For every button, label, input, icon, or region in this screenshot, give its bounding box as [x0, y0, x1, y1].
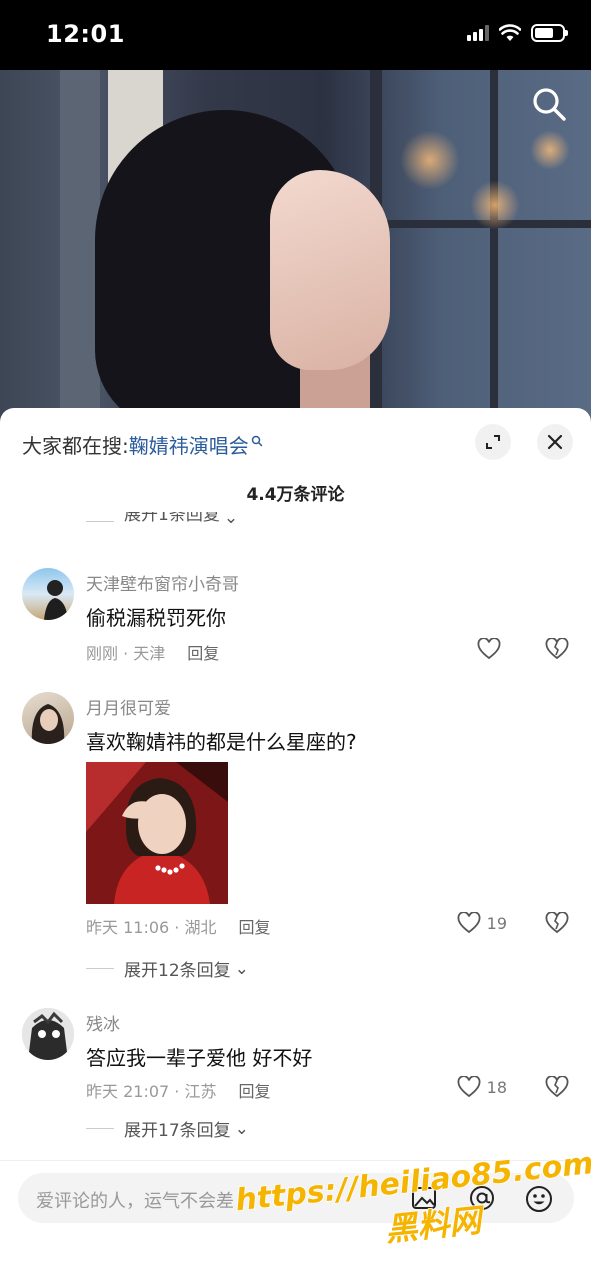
- wifi-icon: [499, 24, 521, 41]
- comment-image[interactable]: [86, 762, 228, 904]
- fullscreen-button[interactable]: [475, 424, 511, 460]
- at-icon[interactable]: [468, 1184, 496, 1212]
- expand-replies-label: 展开1条回复: [124, 512, 220, 525]
- chevron-down-icon: ⌄: [234, 1118, 249, 1139]
- close-icon: [547, 434, 563, 450]
- comments-sheet: 大家都在搜: 鞠婧祎演唱会 4.4万条评论 展开1条回复 ⌄ 天津壁布窗帘小奇哥…: [0, 408, 591, 1280]
- divider-line: [86, 521, 114, 522]
- broken-heart-icon[interactable]: [545, 638, 569, 660]
- avatar-image: [31, 704, 65, 744]
- trending-search-bar[interactable]: 大家都在搜: 鞠婧祎演唱会: [22, 430, 263, 459]
- reply-button[interactable]: 回复: [238, 1078, 270, 1102]
- expand-replies-label: 展开17条回复: [124, 1121, 231, 1141]
- divider-line: [86, 1128, 114, 1129]
- heart-icon: [457, 912, 481, 934]
- like-button[interactable]: 18: [457, 1076, 507, 1098]
- background-post: [60, 70, 100, 420]
- like-count: 18: [486, 1077, 507, 1097]
- emoji-icon[interactable]: [524, 1184, 554, 1214]
- search-icon[interactable]: [529, 84, 569, 124]
- comment-time-location: 刚刚 · 天津: [86, 644, 166, 663]
- trending-prefix: 大家都在搜:: [22, 434, 129, 458]
- chevron-down-icon: ⌄: [223, 512, 239, 528]
- comment-photo: [86, 762, 228, 904]
- comment-meta: 刚刚 · 天津 回复: [86, 640, 219, 664]
- video-subject-face: [270, 170, 390, 370]
- comment-time-location: 昨天 21:07 · 江苏: [86, 1082, 217, 1101]
- window-frame: [490, 70, 498, 420]
- small-search-icon: [251, 435, 262, 446]
- video-player[interactable]: [0, 70, 591, 420]
- close-button[interactable]: [537, 424, 573, 460]
- comment-time-location: 昨天 11:06 · 湖北: [86, 918, 217, 937]
- comment-text: 偷税漏税罚死你: [86, 606, 226, 630]
- status-time: 12:01: [46, 20, 125, 48]
- chevron-down-icon: ⌄: [234, 958, 249, 979]
- like-button[interactable]: 19: [457, 912, 507, 934]
- avatar-image: [22, 1008, 74, 1060]
- comment-input[interactable]: 爱评论的人，运气不会差: [18, 1173, 574, 1223]
- status-bar: 12:01: [0, 0, 591, 70]
- trending-link[interactable]: 鞠婧祎演唱会: [129, 430, 249, 459]
- comment-meta: 昨天 21:07 · 江苏 回复: [86, 1078, 270, 1102]
- status-icons: [467, 24, 568, 42]
- comment-text: 答应我一辈子爱他 好不好: [86, 1046, 313, 1070]
- broken-heart-icon[interactable]: [545, 1076, 569, 1098]
- reply-button[interactable]: 回复: [238, 914, 270, 938]
- expand-replies-button[interactable]: 展开1条回复 ⌄: [86, 512, 238, 528]
- expand-replies-label: 展开12条回复: [124, 961, 231, 981]
- comment-count: 4.4万条评论: [246, 485, 345, 505]
- divider-line: [86, 968, 114, 969]
- comment-text: 喜欢鞠婧祎的都是什么星座的?: [86, 730, 357, 754]
- bokeh-light: [530, 130, 570, 170]
- bokeh-light: [400, 130, 460, 190]
- comment-username[interactable]: 天津壁布窗帘小奇哥: [86, 570, 239, 595]
- heart-icon: [477, 638, 501, 660]
- comment-input-bar: 爱评论的人，运气不会差: [0, 1160, 591, 1280]
- avatar[interactable]: [22, 568, 74, 620]
- cellular-signal-icon: [467, 25, 489, 41]
- battery-icon: [531, 24, 568, 42]
- expand-icon: [486, 435, 500, 449]
- comment-username[interactable]: 月月很可爱: [86, 694, 171, 719]
- heart-icon: [457, 1076, 481, 1098]
- like-count: 19: [486, 913, 507, 933]
- expand-replies-button[interactable]: 展开17条回复 ⌄: [86, 1116, 249, 1141]
- avatar[interactable]: [22, 1008, 74, 1060]
- comment-input-placeholder: 爱评论的人，运气不会差: [36, 1191, 234, 1212]
- avatar[interactable]: [22, 692, 74, 744]
- expand-replies-button[interactable]: 展开12条回复 ⌄: [86, 956, 249, 981]
- comment-meta: 昨天 11:06 · 湖北 回复: [86, 914, 270, 938]
- image-icon[interactable]: [410, 1184, 438, 1212]
- broken-heart-icon[interactable]: [545, 912, 569, 934]
- avatar-image: [44, 580, 68, 620]
- like-button[interactable]: [477, 638, 507, 660]
- comment-username[interactable]: 残冰: [86, 1010, 120, 1035]
- reply-button[interactable]: 回复: [187, 640, 219, 664]
- bokeh-light: [470, 180, 520, 230]
